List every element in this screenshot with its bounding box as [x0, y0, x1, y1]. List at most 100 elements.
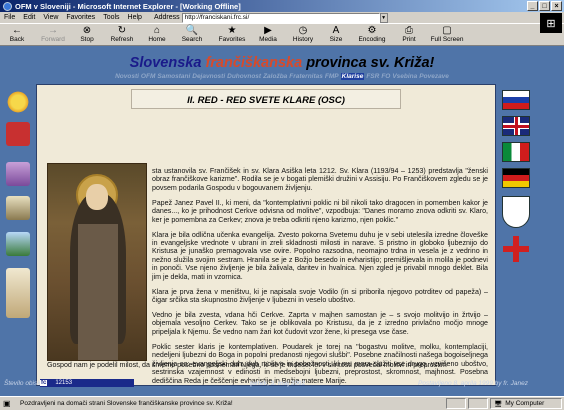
nav-link-ofm[interactable]: OFM	[141, 73, 155, 80]
nav-link-fsr[interactable]: FSR	[366, 73, 379, 80]
paragraph: Papež Janez Pavel II., ki meni, da "kont…	[152, 198, 488, 224]
toolbar-label: Print	[402, 36, 416, 43]
counter-value: 12153	[55, 380, 73, 386]
menu-bar: File Edit View Favorites Tools Help Addr…	[0, 12, 564, 24]
encoding-icon: ⚙	[367, 24, 377, 36]
nav-link-vsebina[interactable]: Vsebina	[392, 73, 417, 80]
size-button[interactable]: A Size	[322, 24, 350, 43]
nav-link-klarise[interactable]: Klarise	[340, 73, 365, 80]
footer-date: petek, 3. maj 2002	[250, 380, 306, 387]
fullscreen-icon: ▢	[442, 24, 452, 36]
toolbar-label: Home	[148, 36, 166, 43]
nav-link-samostani[interactable]: Samostani	[157, 73, 190, 80]
sun-icon[interactable]	[6, 90, 30, 114]
toolbar-label: Encoding	[358, 36, 386, 43]
home-button[interactable]: ⌂ Home	[142, 24, 172, 43]
search-button[interactable]: 🔍 Search	[172, 24, 212, 43]
saint-clare-portrait	[47, 163, 147, 361]
paragraph: Klara je bila odlična učenka evangelija.…	[152, 230, 488, 281]
menu-edit[interactable]: Edit	[19, 14, 39, 21]
tau-cross-icon[interactable]	[6, 122, 30, 146]
jerusalem-cross-icon[interactable]	[502, 236, 530, 262]
history-icon: ◷	[298, 24, 308, 36]
menu-favorites[interactable]: Favorites	[62, 14, 99, 21]
toolbar-label: Size	[329, 36, 343, 43]
toolbar-label: Favorites	[218, 36, 246, 43]
print-icon: ⎙	[405, 24, 413, 36]
site-title-part1: Slovenska	[129, 55, 202, 71]
toolbar-label: History	[292, 36, 314, 43]
size-icon: A	[332, 24, 340, 36]
maximize-button[interactable]: □	[539, 1, 550, 11]
church-icon[interactable]	[6, 162, 30, 186]
germany-flag-icon[interactable]	[502, 168, 530, 188]
nav-link-fo[interactable]: FO	[381, 73, 390, 80]
toolbar-label: Media	[259, 36, 277, 43]
menu-tools[interactable]: Tools	[99, 14, 123, 21]
slovenia-flag-icon[interactable]	[502, 90, 530, 110]
footer-updated: Postavljeno 8. aprila 1999 by fr. Janez	[418, 380, 528, 387]
media-icon: ▶	[264, 24, 272, 36]
cross-mountain-icon[interactable]	[6, 232, 30, 256]
history-button[interactable]: ◷ History	[284, 24, 322, 43]
full-screen-button[interactable]: ▢ Full Screen	[424, 24, 470, 43]
nav-link-dejavnosti[interactable]: Dejavnosti	[192, 73, 225, 80]
toolbar-label: Search	[181, 36, 203, 43]
nav-link-založba[interactable]: Založba	[263, 73, 287, 80]
status-cell-2	[468, 398, 488, 409]
stop-button[interactable]: ⊗ Stop	[72, 24, 102, 43]
italy-flag-icon[interactable]	[502, 142, 530, 162]
page-icon: ▣	[3, 399, 11, 408]
menu-file[interactable]: File	[0, 14, 19, 21]
address-input[interactable]: http://franciskani.frc.si/	[181, 12, 380, 23]
page-heading: II. RED - RED SVETE KLARE (OSC)	[187, 95, 345, 106]
favorites-icon: ★	[227, 24, 237, 36]
address-label: Address	[153, 14, 180, 21]
monastery-icon[interactable]	[6, 196, 30, 220]
nav-link-fraternitas[interactable]: Fraternitas	[289, 73, 323, 80]
article-last-line: Gospod nam je podelil milost, da smemo p…	[47, 361, 447, 369]
computer-icon: 🖥	[494, 400, 503, 408]
toolbar-label: Stop	[80, 36, 94, 43]
favorites-button[interactable]: ★ Favorites	[212, 24, 252, 43]
toolbar-label: Back	[9, 36, 25, 43]
refresh-icon: ↻	[117, 24, 127, 36]
content-panel: II. RED - RED SVETE KLARE (OSC) sta usta…	[36, 84, 496, 386]
forward-button[interactable]: → Forward	[34, 24, 72, 43]
toolbar-label: Full Screen	[430, 36, 464, 43]
menu-help[interactable]: Help	[124, 14, 146, 21]
nav-link-fmp[interactable]: FMP	[325, 73, 339, 80]
franciscan-arms-icon[interactable]	[502, 196, 530, 228]
site-title: Slovenska frančiškanska provinca sv. Kri…	[0, 55, 564, 71]
address-dropdown-icon[interactable]: ▼	[379, 12, 388, 23]
web-page: Slovenska frančiškanska provinca sv. Kri…	[0, 46, 564, 396]
address-value: http://franciskani.frc.si/	[184, 14, 250, 21]
refresh-button[interactable]: ↻ Refresh	[102, 24, 142, 43]
back-button[interactable]: ← Back	[0, 24, 34, 43]
paragraph: sta ustanovila sv. Frančišek in sv. Klar…	[152, 167, 488, 192]
toolbar: ← Back → Forward ⊗ Stop ↻ Refresh ⌂ Home 🔍 Search ★ F…	[0, 24, 564, 46]
media-button[interactable]: ▶ Media	[252, 24, 284, 43]
minimize-button[interactable]: _	[527, 1, 538, 11]
zone-label: My Computer	[505, 400, 545, 407]
status-cell-1	[446, 398, 466, 409]
paragraph: Vedno je bila zvesta, vdana hči Cerkve. …	[152, 311, 488, 336]
ie-logo-icon	[3, 1, 12, 11]
security-zone: 🖥 My Computer	[490, 398, 562, 409]
paragraph: Klara je prva žena v meništvu, ki je nap…	[152, 287, 488, 305]
site-title-part2: frančiškanska	[205, 55, 303, 71]
article-text: sta ustanovila sv. Frančišek in sv. Klar…	[152, 167, 488, 385]
counter-prefix: fc	[40, 380, 48, 386]
menu-view[interactable]: View	[39, 14, 62, 21]
stop-icon: ⊗	[82, 24, 92, 36]
forward-arrow-icon: →	[48, 24, 58, 36]
nav-link-duhovnost[interactable]: Duhovnost	[227, 73, 261, 80]
nav-link-novosti[interactable]: Novosti	[115, 73, 139, 80]
close-button[interactable]: ×	[551, 1, 562, 11]
encoding-button[interactable]: ⚙ Encoding	[350, 24, 394, 43]
nav-link-povezave[interactable]: Povezave	[419, 73, 449, 80]
print-button[interactable]: ⎙ Print	[394, 24, 424, 43]
pope-icon[interactable]	[6, 268, 30, 318]
toolbar-label: Forward	[41, 36, 65, 43]
uk-flag-icon[interactable]	[502, 116, 530, 136]
